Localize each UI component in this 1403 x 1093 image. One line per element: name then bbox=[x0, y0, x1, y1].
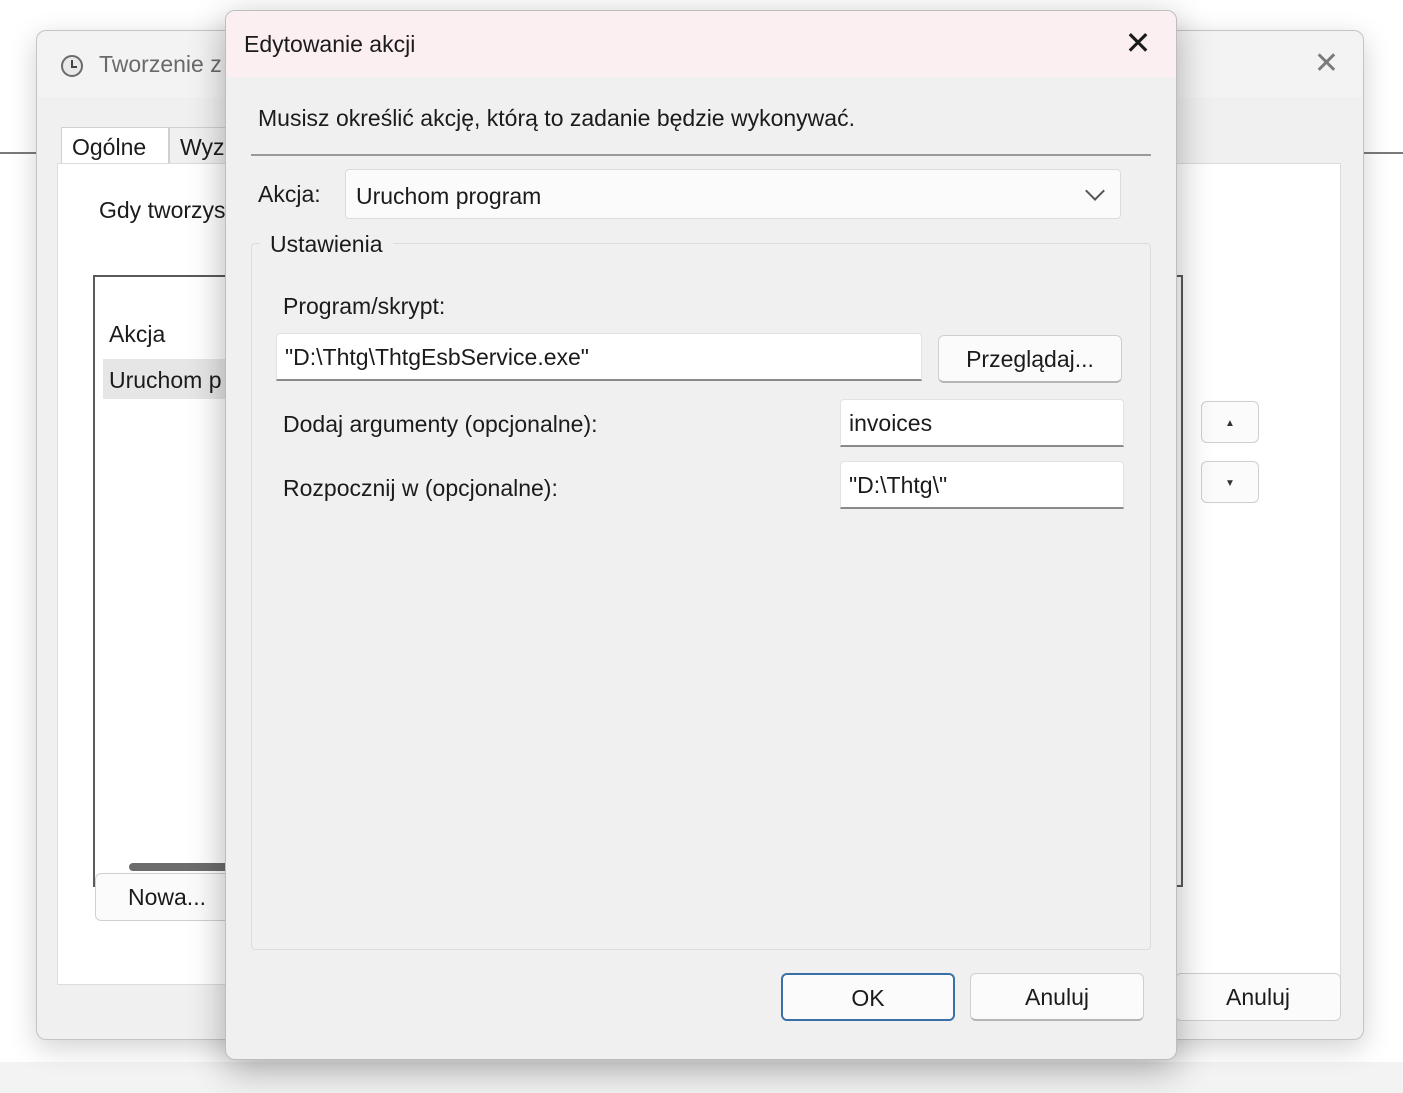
arrow-up-icon: ▲ bbox=[1225, 418, 1235, 429]
actions-list-header[interactable]: Akcja bbox=[109, 321, 165, 348]
settings-group-title: Ustawienia bbox=[260, 231, 393, 258]
clock-icon bbox=[61, 55, 83, 77]
close-icon[interactable]: ✕ bbox=[1120, 25, 1156, 61]
dialog-title: Edytowanie akcji bbox=[244, 31, 416, 57]
cancel-button[interactable]: Anuluj bbox=[970, 973, 1144, 1021]
cancel-button[interactable]: Anuluj bbox=[1175, 973, 1341, 1021]
move-down-button[interactable]: ▼ bbox=[1201, 461, 1259, 503]
close-icon[interactable]: ✕ bbox=[1314, 49, 1339, 79]
chevron-down-icon bbox=[1085, 181, 1105, 201]
desktop-divider-right bbox=[1363, 152, 1403, 154]
arguments-field[interactable]: invoices bbox=[840, 399, 1124, 447]
action-select[interactable]: Uruchom program bbox=[345, 169, 1121, 219]
program-field[interactable]: "D:\Thtg\ThtgEsbService.exe" bbox=[276, 333, 922, 381]
tab-general[interactable]: Ogólne bbox=[61, 127, 169, 165]
start-in-field[interactable]: "D:\Thtg\" bbox=[840, 461, 1124, 509]
desktop-bottom-band bbox=[0, 1062, 1403, 1093]
action-select-value: Uruchom program bbox=[356, 183, 542, 209]
actions-description: Gdy tworzys bbox=[99, 197, 226, 223]
ok-button[interactable]: OK bbox=[781, 973, 955, 1021]
instruction-text: Musisz określić akcję, którą to zadanie … bbox=[258, 105, 855, 131]
browse-button[interactable]: Przeglądaj... bbox=[938, 335, 1122, 383]
divider bbox=[251, 154, 1151, 156]
arrow-down-icon: ▼ bbox=[1225, 478, 1235, 489]
program-label: Program/skrypt: bbox=[283, 293, 446, 319]
arguments-label: Dodaj argumenty (opcjonalne): bbox=[283, 411, 598, 437]
dialog-titlebar: Edytowanie akcji ✕ bbox=[226, 11, 1176, 77]
edit-action-dialog: Edytowanie akcji ✕ Musisz określić akcję… bbox=[225, 10, 1177, 1060]
start-in-label: Rozpocznij w (opcjonalne): bbox=[283, 475, 558, 501]
action-label: Akcja: bbox=[258, 181, 321, 207]
move-up-button[interactable]: ▲ bbox=[1201, 401, 1259, 443]
desktop-divider-left bbox=[0, 152, 38, 154]
task-create-title: Tworzenie z bbox=[99, 51, 222, 77]
new-action-button[interactable]: Nowa... bbox=[95, 873, 245, 921]
